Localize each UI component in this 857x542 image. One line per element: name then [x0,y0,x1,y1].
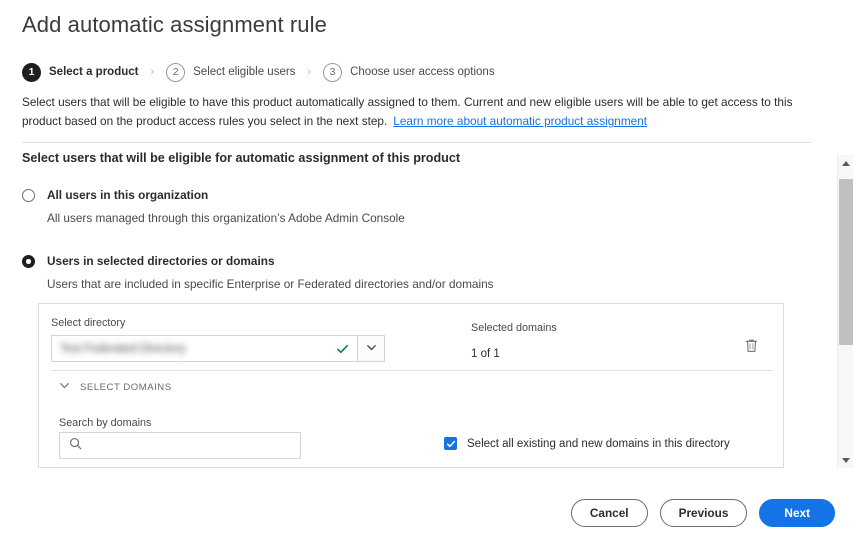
radio-selected-directories-mark[interactable] [22,255,35,268]
scroll-up-button[interactable] [838,155,854,171]
select-all-domains-label: Select all existing and new domains in t… [467,437,730,450]
select-directory-value: Test Federated Directory [60,342,186,355]
directory-card-divider [51,370,773,371]
section-divider [22,142,812,143]
learn-more-link[interactable]: Learn more about automatic product assig… [393,114,647,128]
radio-selected-directories-description: Users that are included in specific Ente… [47,277,494,291]
select-directory-combobox[interactable]: Test Federated Directory [51,335,385,362]
trash-icon [744,338,759,357]
eligibility-radio-group: All users in this organization All users… [22,188,802,292]
triangle-down-icon [842,457,850,463]
select-domains-toggle[interactable]: SELECT DOMAINS [59,378,172,396]
add-assignment-rule-dialog: Add automatic assignment rule 1 Select a… [0,0,857,542]
chevron-down-icon [59,378,70,396]
step-3-label: Choose user access options [350,66,495,78]
previous-button[interactable]: Previous [659,499,748,527]
select-directory-dropdown-button[interactable] [357,335,385,362]
chevron-down-icon [366,340,377,358]
select-domains-toggle-label: SELECT DOMAINS [80,381,172,393]
directory-card-top-row: Select directory Test Federated Director… [39,304,783,362]
select-directory-label: Select directory [51,317,126,329]
radio-all-users-label: All users in this organization [47,188,209,202]
step-1-select-a-product[interactable]: 1 Select a product [22,62,139,82]
radio-option-selected-directories[interactable]: Users in selected directories or domains… [22,254,802,292]
page-title: Add automatic assignment rule [22,12,327,37]
step-1-label: Select a product [49,66,139,78]
select-all-domains-checkbox-row[interactable]: Select all existing and new domains in t… [444,437,730,450]
check-icon [336,342,349,355]
delete-directory-button[interactable] [741,336,761,358]
check-icon [446,440,455,447]
step-3-number: 3 [323,62,343,82]
step-2-number: 2 [166,62,186,82]
directory-selection-card: Select directory Test Federated Director… [38,303,784,468]
dialog-footer: Cancel Previous Next [570,499,835,527]
scroll-down-button[interactable] [838,452,854,468]
next-button[interactable]: Next [759,499,835,527]
scrollbar-thumb[interactable] [839,179,853,345]
radio-option-all-users[interactable]: All users in this organization All users… [22,188,802,226]
radio-selected-directories-label: Users in selected directories or domains [47,254,275,268]
radio-all-users-mark[interactable] [22,189,35,202]
radio-all-users-description: All users managed through this organizat… [47,211,405,225]
search-icon [69,437,82,455]
select-directory-input[interactable]: Test Federated Directory [51,335,357,362]
triangle-up-icon [842,160,850,166]
selected-domains-label: Selected domains [471,322,557,334]
select-all-domains-checkbox[interactable] [444,437,457,450]
step-separator-1: › [150,65,155,78]
step-2-label: Select eligible users [193,66,296,78]
search-domains-input[interactable] [59,432,301,459]
intro-paragraph: Select users that will be eligible to ha… [22,93,812,131]
wizard-stepper: 1 Select a product › 2 Select eligible u… [22,62,495,82]
step-2-select-eligible-users[interactable]: 2 Select eligible users [166,62,296,82]
selected-domains-count: 1 of 1 [471,348,500,360]
step-1-number: 1 [22,62,41,82]
search-by-domains-label: Search by domains [59,417,152,429]
step-separator-2: › [307,65,312,78]
section-heading: Select users that will be eligible for a… [22,151,461,165]
vertical-scrollbar[interactable] [837,155,853,468]
step-3-choose-user-access-options[interactable]: 3 Choose user access options [323,62,495,82]
cancel-button[interactable]: Cancel [570,499,648,527]
